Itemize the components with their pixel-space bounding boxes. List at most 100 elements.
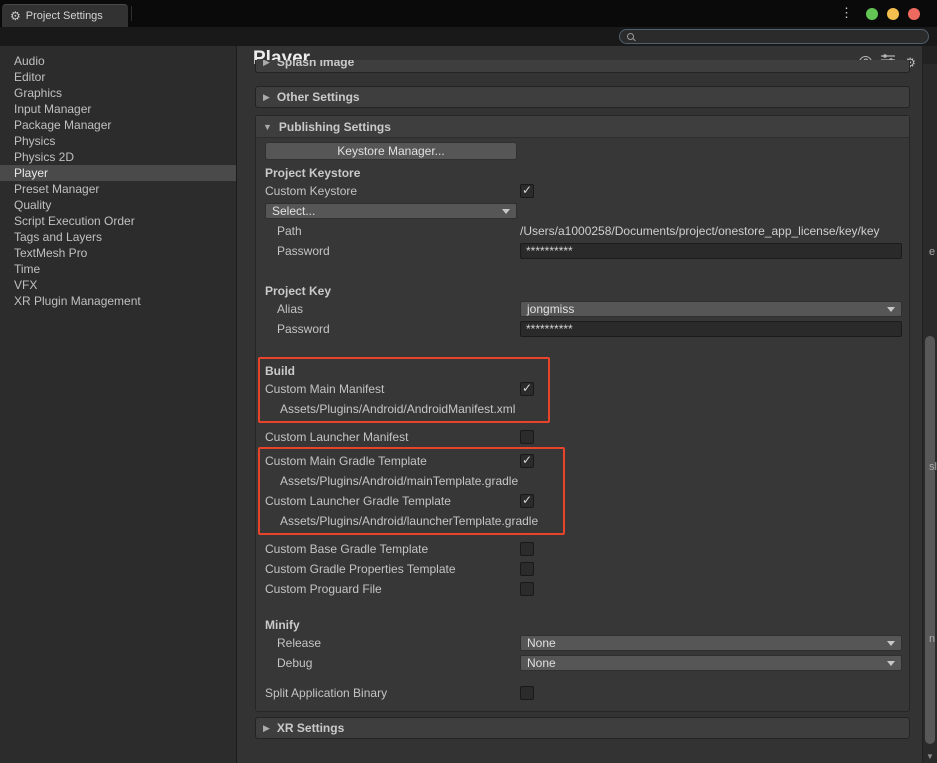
player-settings-panel: Player ? ⚙ ▶ Splash Image — [238, 46, 922, 763]
search-icon — [627, 33, 634, 40]
custom-gradle-properties-checkbox[interactable] — [520, 562, 534, 576]
section-label: XR Settings — [277, 721, 344, 735]
section-header-xr-settings[interactable]: ▶ XR Settings — [255, 717, 910, 739]
alias-dropdown[interactable]: jongmiss — [520, 301, 902, 317]
sidebar-item-xr-plugin-management[interactable]: XR Plugin Management — [0, 293, 236, 309]
custom-gradle-properties-label: Custom Gradle Properties Template — [265, 562, 520, 576]
scrollbar-thumb[interactable] — [925, 336, 935, 744]
gear-icon: ⚙ — [10, 9, 21, 23]
section-label: Publishing Settings — [279, 120, 391, 134]
custom-base-gradle-checkbox[interactable] — [520, 542, 534, 556]
more-menu-icon[interactable]: ⋮ — [840, 5, 853, 21]
background-window-fragment: n — [929, 633, 935, 645]
scrollbar-top-cap — [923, 46, 937, 64]
sidebar-item-tags-and-layers[interactable]: Tags and Layers — [0, 229, 236, 245]
custom-keystore-label: Custom Keystore — [265, 184, 520, 198]
foldout-collapsed-icon: ▶ — [263, 723, 270, 734]
sidebar-item-input-manager[interactable]: Input Manager — [0, 101, 236, 117]
alias-value: jongmiss — [527, 302, 574, 316]
project-settings-window: ⚙ Project Settings ⋮ Audio Editor Graphi… — [0, 0, 937, 763]
window-close-button[interactable] — [908, 8, 920, 20]
minify-heading: Minify — [265, 617, 909, 633]
sidebar-item-time[interactable]: Time — [0, 261, 236, 277]
vertical-scrollbar[interactable]: ▼ — [922, 46, 937, 763]
tab-divider — [131, 6, 132, 21]
sidebar-item-textmesh-pro[interactable]: TextMesh Pro — [0, 245, 236, 261]
section-label: Splash Image — [277, 60, 354, 69]
search-box[interactable] — [619, 29, 929, 44]
sidebar-item-editor[interactable]: Editor — [0, 69, 236, 85]
foldout-collapsed-icon: ▶ — [263, 60, 270, 68]
split-application-binary-checkbox[interactable] — [520, 686, 534, 700]
custom-base-gradle-label: Custom Base Gradle Template — [265, 542, 520, 556]
section-header-publishing-settings[interactable]: ▼ Publishing Settings — [256, 116, 909, 138]
custom-proguard-file-checkbox[interactable] — [520, 582, 534, 596]
scrollbar-down-arrow-icon[interactable]: ▼ — [923, 752, 937, 761]
custom-main-manifest-checkbox[interactable] — [520, 382, 534, 396]
sidebar-item-physics-2d[interactable]: Physics 2D — [0, 149, 236, 165]
foldout-expanded-icon: ▼ — [263, 122, 272, 132]
key-password-value: ********** — [526, 322, 573, 336]
window-minimize-button[interactable] — [887, 8, 899, 20]
background-window-fragment: e — [929, 246, 935, 258]
chevron-down-icon — [887, 641, 895, 646]
split-application-binary-label: Split Application Binary — [265, 686, 520, 700]
custom-keystore-checkbox[interactable] — [520, 184, 534, 198]
keystore-password-label: Password — [265, 244, 520, 258]
section-label: Other Settings — [277, 90, 360, 104]
publishing-settings-content: Keystore Manager... Project Keystore Cus… — [256, 138, 909, 711]
window-zoom-button[interactable] — [866, 8, 878, 20]
key-password-label: Password — [265, 322, 520, 336]
titlebar: ⚙ Project Settings ⋮ — [0, 0, 937, 27]
chevron-down-icon — [502, 209, 510, 214]
minify-release-value: None — [527, 636, 556, 650]
sidebar-item-vfx[interactable]: VFX — [0, 277, 236, 293]
keystore-manager-button[interactable]: Keystore Manager... — [265, 142, 517, 160]
chevron-down-icon — [887, 661, 895, 666]
project-key-heading: Project Key — [265, 283, 909, 299]
keystore-select-value: Select... — [272, 204, 315, 218]
background-window-fragment: sl — [929, 461, 937, 473]
chevron-down-icon — [887, 307, 895, 312]
annotation-highlight-build: Build Custom Main Manifest Assets/Plugin… — [258, 357, 550, 423]
section-splash-image-clipped: ▶ Splash Image — [255, 60, 910, 74]
sidebar-item-player[interactable]: Player — [0, 165, 236, 181]
annotation-highlight-gradle: Custom Main Gradle Template Assets/Plugi… — [258, 447, 565, 535]
custom-main-gradle-label: Custom Main Gradle Template — [265, 454, 520, 468]
custom-proguard-file-label: Custom Proguard File — [265, 582, 520, 596]
keystore-path-value: /Users/a1000258/Documents/project/onesto… — [520, 224, 880, 238]
section-header-other-settings[interactable]: ▶ Other Settings — [255, 86, 910, 108]
minify-release-dropdown[interactable]: None — [520, 635, 902, 651]
keystore-select-dropdown[interactable]: Select... — [265, 203, 517, 219]
keystore-password-field[interactable]: ********** — [520, 243, 902, 259]
minify-debug-value: None — [527, 656, 556, 670]
settings-category-list: Audio Editor Graphics Input Manager Pack… — [0, 46, 237, 763]
sidebar-item-quality[interactable]: Quality — [0, 197, 236, 213]
minify-debug-dropdown[interactable]: None — [520, 655, 902, 671]
sidebar-item-audio[interactable]: Audio — [0, 53, 236, 69]
custom-launcher-manifest-checkbox[interactable] — [520, 430, 534, 444]
path-label: Path — [265, 224, 520, 238]
search-input[interactable] — [638, 30, 928, 43]
launcher-template-path: Assets/Plugins/Android/launcherTemplate.… — [265, 511, 563, 531]
tab-project-settings[interactable]: ⚙ Project Settings — [2, 4, 128, 27]
project-keystore-heading: Project Keystore — [265, 165, 909, 181]
minify-debug-label: Debug — [265, 656, 520, 670]
sidebar-item-graphics[interactable]: Graphics — [0, 85, 236, 101]
section-publishing-settings: ▼ Publishing Settings Keystore Manager..… — [255, 115, 910, 712]
section-header-splash-image[interactable]: ▶ Splash Image — [255, 60, 910, 73]
sidebar-item-script-execution-order[interactable]: Script Execution Order — [0, 213, 236, 229]
custom-launcher-gradle-label: Custom Launcher Gradle Template — [265, 494, 520, 508]
custom-main-gradle-checkbox[interactable] — [520, 454, 534, 468]
sidebar-item-preset-manager[interactable]: Preset Manager — [0, 181, 236, 197]
settings-scroll-content: ▶ Splash Image ▶ Other Settings ▼ Publis… — [255, 60, 910, 739]
sidebar-item-physics[interactable]: Physics — [0, 133, 236, 149]
tab-title: Project Settings — [26, 10, 103, 22]
sidebar-item-package-manager[interactable]: Package Manager — [0, 117, 236, 133]
custom-main-manifest-label: Custom Main Manifest — [265, 382, 520, 396]
build-heading: Build — [265, 363, 548, 379]
custom-launcher-gradle-checkbox[interactable] — [520, 494, 534, 508]
alias-label: Alias — [265, 302, 520, 316]
foldout-collapsed-icon: ▶ — [263, 92, 270, 103]
key-password-field[interactable]: ********** — [520, 321, 902, 337]
